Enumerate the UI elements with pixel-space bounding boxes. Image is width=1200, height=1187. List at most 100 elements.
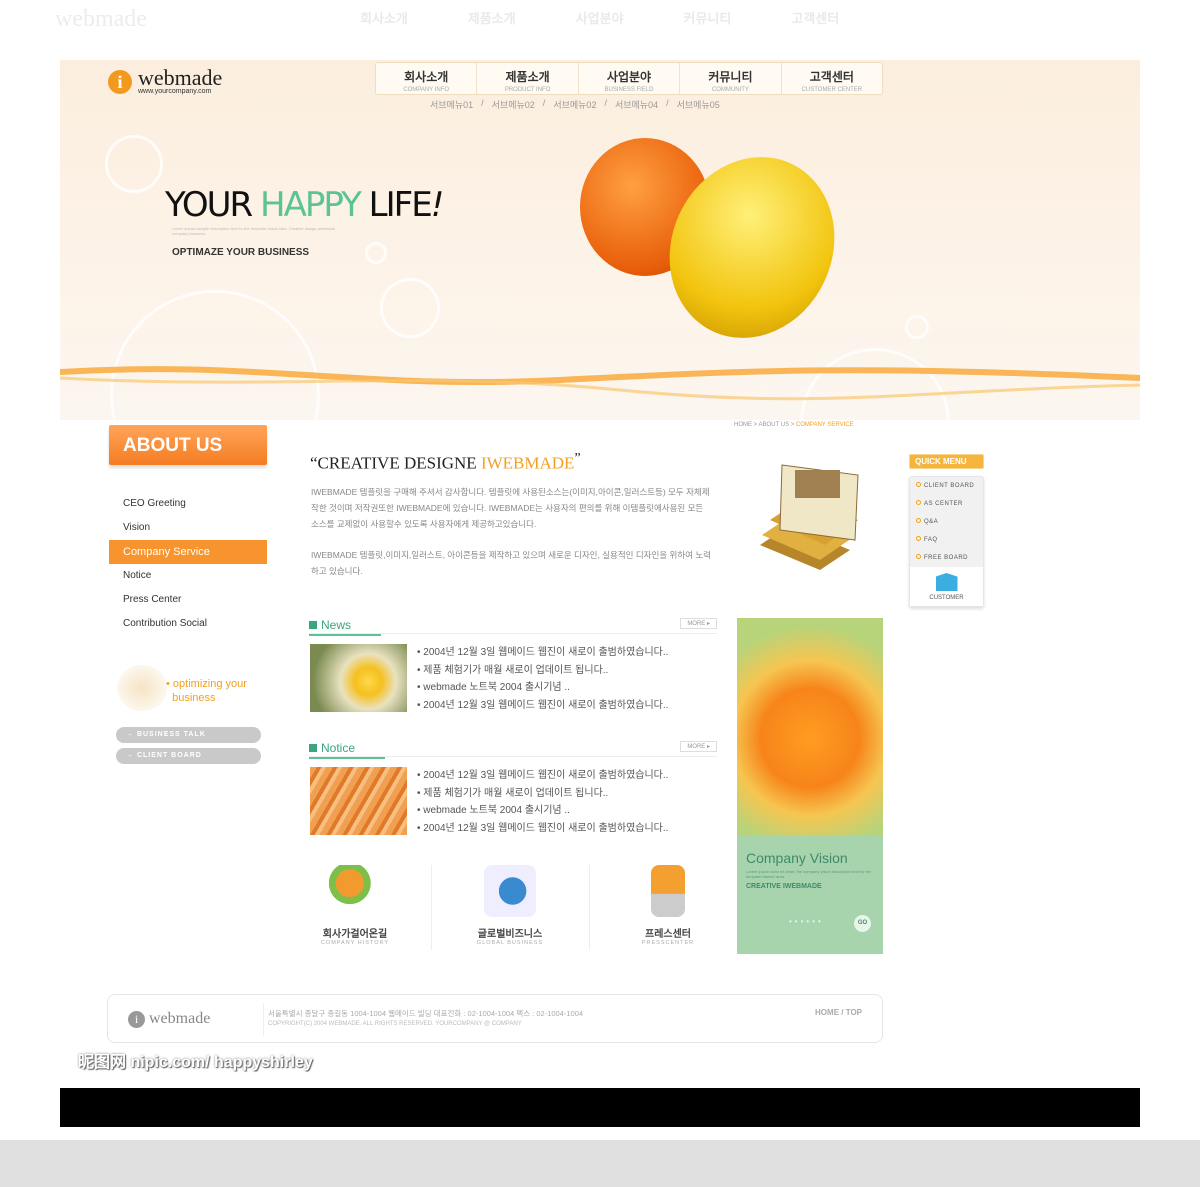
footer: i webmade 서울특별시 종달구 종길동 1004-1004 웹메이드 빌딩… [107,994,883,1043]
headline-part: ! [430,185,445,225]
quick-menu-title: QUICK MENU [909,454,984,469]
circle-bullet-icon [916,536,921,541]
sub-nav-item[interactable]: 서브메뉴02 [553,98,596,111]
logo[interactable]: i webmade www.yourcompany.com [108,65,223,95]
ghost-menu-item: 제품소개 [467,11,516,26]
link-label: 글로벌비즈니스 [477,929,543,940]
go-button[interactable]: GO [854,915,871,932]
footer-logo-text: webmade [149,1010,211,1027]
nav-product-info[interactable]: 제품소개 PRODUCT INFO [477,63,579,94]
separator: / [604,98,607,108]
notice-title-text: Notice [321,741,356,755]
sub-nav-item[interactable]: 서브메뉴02 [492,98,535,111]
quick-item-qa[interactable]: Q&A [910,513,983,531]
link-sublabel: GLOBAL BUSINESS [476,940,544,946]
press-center-link[interactable]: 프레스센터 PRESSCENTER [593,865,743,946]
sidebar-item-vision[interactable]: Vision [109,516,267,540]
company-history-link[interactable]: 회사가걸어온길 COMPANY HISTORY [280,865,430,946]
link-sublabel: PRESSCENTER [641,940,695,946]
business-talk-button[interactable]: → BUSINESS TALK [116,727,261,743]
sub-nav-item[interactable]: 서브메뉴04 [615,98,658,111]
pagination-dots[interactable]: •••••• [789,917,824,926]
vision-title: Company Vision [746,850,848,866]
circle-bullet-icon [916,518,921,523]
watermark: 昵图网 nipic.com/ happyshirley [78,1054,313,1071]
decor-circle [365,242,387,264]
sidebar-item-ceo-greeting[interactable]: CEO Greeting [109,492,267,516]
ghost-logo: webmade [55,6,147,32]
notice-item[interactable]: • 2004년 12월 3일 웹메이드 웹진이 새로이 출범하였습니다.. [417,820,668,838]
nav-customer-center[interactable]: 고객센터 CUSTOMER CENTER [782,63,882,94]
circle-bullet-icon [916,554,921,559]
news-more-button[interactable]: MORE ▸ [680,618,717,629]
quick-item-free-board[interactable]: FREE BOARD [910,549,983,567]
ghost-menu: 회사소개 제품소개 사업분야 커뮤니티 고객센터 [360,8,839,27]
promo-line: business [172,692,216,704]
customer-icon [935,573,958,591]
content-paragraph: IWEBMADE 템플릿,이미지,일러스트, 아이콘등을 제작하고 있으며 새로… [311,550,711,576]
home-top-links[interactable]: HOME / TOP [815,1008,862,1017]
decor-circle [905,315,929,339]
magnifier-globe-icon [484,865,536,917]
sidebar-item-notice[interactable]: Notice [109,564,267,588]
vision-tagline: CREATIVE IWEBMADE [746,883,822,890]
separator: / [666,98,669,108]
global-business-link[interactable]: 글로벌비즈니스 GLOBAL BUSINESS [435,865,585,946]
customer-label: CUSTOMER [929,595,964,601]
square-bullet-icon [309,744,317,752]
sub-nav-item[interactable]: 서브메뉴05 [677,98,720,111]
notice-section: Notice MORE ▸ • 2004년 12월 3일 웹메이드 웹진이 새로이… [309,739,717,835]
optimizing-promo[interactable]: • optimizing your business [166,677,247,705]
bottom-background [0,1140,1200,1187]
news-item[interactable]: • 2004년 12월 3일 웹메이드 웹진이 새로이 출범하였습니다.. [417,697,668,715]
sidebar-item-company-service[interactable]: Company Service [109,540,267,564]
title-highlight: IWEBMADE [480,453,575,473]
news-item[interactable]: • webmade 노트북 2004 출시기념 .. [417,679,668,697]
wood-thumbnail [310,767,407,835]
news-title: News [309,618,382,636]
orange-wave [60,366,1140,401]
sub-nav-item[interactable]: 서브메뉴01 [430,98,473,111]
quick-menu: QUICK MENU CLIENT BOARD AS CENTER Q&A FA… [909,454,984,607]
quick-item-label: CLIENT BOARD [924,483,975,489]
news-section: News MORE ▸ • 2004년 12월 3일 웹메이드 웹진이 새로이 출… [309,616,717,712]
sidebar-item-press-center[interactable]: Press Center [109,588,267,612]
sidebar-item-contribution-social[interactable]: Contribution Social [109,612,267,636]
client-board-button[interactable]: → CLIENT BOARD [116,748,261,764]
news-title-text: News [321,618,352,632]
headline-part: LIFE [359,185,433,225]
separator: / [542,98,546,108]
news-item[interactable]: • 제품 체험기가 매월 새로이 업데이트 됩니다.. [417,662,668,680]
footer-logo: i webmade [128,1010,210,1028]
title-text: CREATIVE DESIGNE [317,453,481,473]
notice-title: Notice [309,741,386,759]
ghost-menu-item: 회사소개 [360,11,408,26]
circle-bullet-icon [916,482,921,487]
flower-thumbnail [310,644,407,712]
content-title: “CREATIVE DESIGNE IWEBMADE” [310,450,581,474]
breadcrumb-path[interactable]: HOME > ABOUT US > [734,422,796,428]
nav-community[interactable]: 커뮤니티 COMMUNITY [680,63,782,94]
customer-button[interactable]: CUSTOMER [910,567,983,606]
nav-label: 회사소개 [404,70,449,84]
quick-item-client-board[interactable]: CLIENT BOARD [910,477,983,495]
lamp-book-icon [329,865,381,917]
bullet: • [166,678,170,690]
nav-company-info[interactable]: 회사소개 COMPANY INFO [376,63,478,94]
quick-item-as-center[interactable]: AS CENTER [910,495,983,513]
decor-circle [105,135,163,193]
notice-item[interactable]: • 2004년 12월 3일 웹메이드 웹진이 새로이 출범하였습니다.. [417,767,668,785]
news-item[interactable]: • 2004년 12월 3일 웹메이드 웹진이 새로이 출범하였습니다.. [417,644,668,662]
headline-part: YOUR [165,185,260,225]
nav-business-field[interactable]: 사업분야 BUSINESS FIELD [579,63,681,94]
nav-sublabel: COMMUNITY [711,87,749,93]
notice-item[interactable]: • 제품 체험기가 매월 새로이 업데이트 됩니다.. [417,785,668,803]
notice-item[interactable]: • webmade 노트북 2004 출시기념 .. [417,802,668,820]
link-label: 회사가걸어온길 [322,929,388,940]
company-vision-banner[interactable]: Company Vision Lorem ipsum dolor sit ame… [737,618,883,954]
notice-more-button[interactable]: MORE ▸ [680,741,717,752]
quick-item-faq[interactable]: FAQ [910,531,983,549]
quick-item-label: AS CENTER [924,501,963,507]
ghost-menu-item: 사업분야 [575,11,624,26]
logo-text: webmade [138,65,223,90]
